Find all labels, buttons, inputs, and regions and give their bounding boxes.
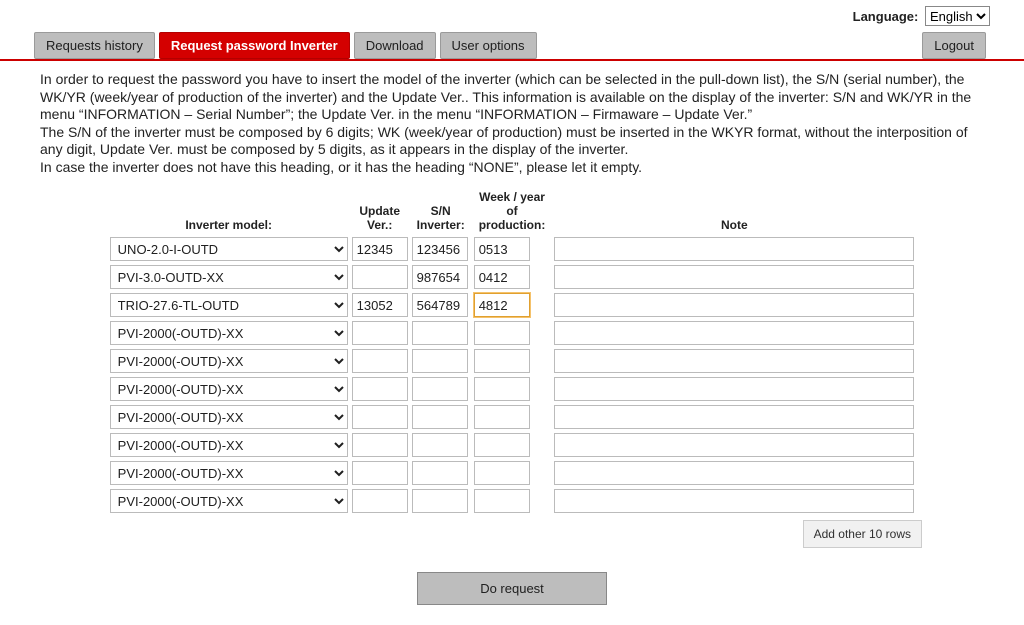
inverter-model-select[interactable]: PVI-3.0-OUTD-XX [110,265,348,289]
col-header-model: Inverter model: [109,188,349,234]
update-ver-input[interactable] [352,265,408,289]
wkyr-input[interactable] [474,461,530,485]
wkyr-input[interactable] [474,265,530,289]
update-ver-input[interactable] [352,377,408,401]
col-header-wkyr: Week / year of production: [473,188,552,234]
instructions-line-1: In order to request the password you hav… [40,71,971,122]
inverter-model-select[interactable]: PVI-2000(-OUTD)-XX [110,377,348,401]
table-row: UNO-2.0-I-OUTD [109,236,916,262]
sn-input[interactable] [412,237,468,261]
instructions: In order to request the password you hav… [40,71,984,176]
wkyr-input[interactable] [474,237,530,261]
table-row: PVI-2000(-OUTD)-XX [109,404,916,430]
tab-download[interactable]: Download [354,32,436,59]
note-input[interactable] [554,237,914,261]
wkyr-input[interactable] [474,349,530,373]
inverter-table: Inverter model: Update Ver.: S/N Inverte… [107,186,918,516]
instructions-line-2: The S/N of the inverter must be composed… [40,124,968,158]
update-ver-input[interactable] [352,321,408,345]
update-ver-input[interactable] [352,489,408,513]
update-ver-input[interactable] [352,405,408,429]
sn-input[interactable] [412,377,468,401]
note-input[interactable] [554,433,914,457]
wkyr-input[interactable] [474,321,530,345]
update-ver-input[interactable] [352,349,408,373]
note-input[interactable] [554,377,914,401]
language-select[interactable]: English [925,6,990,26]
note-input[interactable] [554,489,914,513]
table-row: PVI-2000(-OUTD)-XX [109,348,916,374]
update-ver-input[interactable] [352,293,408,317]
col-header-update: Update Ver.: [351,188,409,234]
inverter-model-select[interactable]: UNO-2.0-I-OUTD [110,237,348,261]
inverter-model-select[interactable]: PVI-2000(-OUTD)-XX [110,321,348,345]
update-ver-input[interactable] [352,237,408,261]
table-row: PVI-2000(-OUTD)-XX [109,488,916,514]
table-row: PVI-2000(-OUTD)-XX [109,460,916,486]
table-row: PVI-2000(-OUTD)-XX [109,376,916,402]
table-row: PVI-3.0-OUTD-XX [109,264,916,290]
note-input[interactable] [554,293,914,317]
sn-input[interactable] [412,349,468,373]
wkyr-input[interactable] [474,405,530,429]
note-input[interactable] [554,265,914,289]
wkyr-input[interactable] [474,377,530,401]
inverter-model-select[interactable]: TRIO-27.6-TL-OUTD [110,293,348,317]
inverter-model-select[interactable]: PVI-2000(-OUTD)-XX [110,349,348,373]
col-header-note: Note [553,188,915,234]
col-header-sn: S/N Inverter: [411,188,471,234]
table-row: PVI-2000(-OUTD)-XX [109,432,916,458]
do-request-button[interactable]: Do request [417,572,607,605]
update-ver-input[interactable] [352,433,408,457]
inverter-model-select[interactable]: PVI-2000(-OUTD)-XX [110,433,348,457]
table-row: TRIO-27.6-TL-OUTD [109,292,916,318]
sn-input[interactable] [412,265,468,289]
instructions-line-3: In case the inverter does not have this … [40,159,642,175]
note-input[interactable] [554,321,914,345]
tab-bar: Requests history Request password Invert… [0,32,1024,61]
tab-logout[interactable]: Logout [922,32,986,59]
language-label: Language: [853,9,919,24]
tab-user-options[interactable]: User options [440,32,537,59]
tab-request-password[interactable]: Request password Inverter [159,32,350,59]
sn-input[interactable] [412,433,468,457]
inverter-model-select[interactable]: PVI-2000(-OUTD)-XX [110,405,348,429]
update-ver-input[interactable] [352,461,408,485]
wkyr-input[interactable] [474,489,530,513]
sn-input[interactable] [412,293,468,317]
note-input[interactable] [554,349,914,373]
wkyr-input[interactable] [474,293,530,317]
sn-input[interactable] [412,489,468,513]
table-row: PVI-2000(-OUTD)-XX [109,320,916,346]
tab-requests-history[interactable]: Requests history [34,32,155,59]
add-rows-button[interactable]: Add other 10 rows [803,520,922,548]
inverter-model-select[interactable]: PVI-2000(-OUTD)-XX [110,461,348,485]
sn-input[interactable] [412,461,468,485]
note-input[interactable] [554,405,914,429]
wkyr-input[interactable] [474,433,530,457]
sn-input[interactable] [412,321,468,345]
note-input[interactable] [554,461,914,485]
inverter-model-select[interactable]: PVI-2000(-OUTD)-XX [110,489,348,513]
sn-input[interactable] [412,405,468,429]
